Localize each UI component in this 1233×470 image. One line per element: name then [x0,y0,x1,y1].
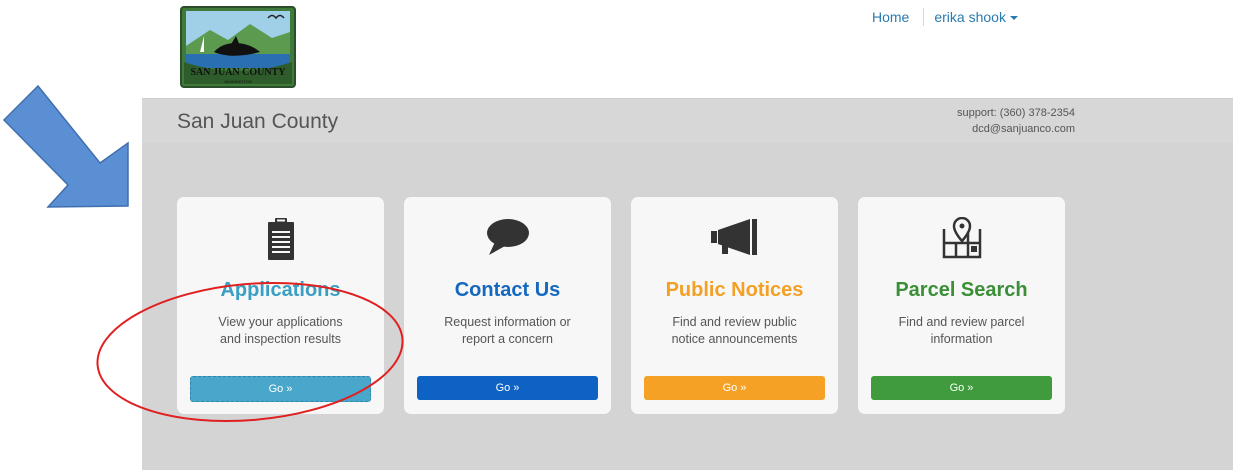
parcel-search-go-button[interactable]: Go » [871,376,1052,400]
home-link[interactable]: Home [872,9,909,25]
card-description: Request information or report a concern [414,314,601,348]
card-description-line: notice announcements [671,332,798,346]
card-description-line: Request information or [444,315,571,329]
card-title: Contact Us [454,279,561,301]
logo-text: SAN JUAN COUNTY [190,67,286,78]
annotation-arrow-icon [2,84,129,208]
caret-down-icon [1009,16,1018,21]
user-name: erika shook [934,9,1006,25]
support-phone: support: (360) 378-2354 [956,107,1075,119]
clipboard-icon [177,217,384,265]
speech-bubble-icon [404,217,611,265]
card-title: Public Notices [665,279,804,301]
card-applications: Applications View your applications and … [177,197,384,414]
support-info: support: (360) 378-2354 dcd@sanjuanco.co… [957,105,1075,137]
megaphone-icon [631,217,838,265]
nav-separator [923,8,925,26]
page-title: San Juan County [177,110,339,133]
card-description-line: Find and review parcel [898,315,1025,329]
user-menu[interactable]: erika shook [934,9,1018,25]
card-description-line: report a concern [461,332,554,346]
card-public-notices: Public Notices Find and review public no… [631,197,838,414]
top-navigation: Home erika shook [872,8,1018,26]
card-description: Find and review parcel information [868,314,1055,348]
public-notices-go-button[interactable]: Go » [644,376,825,400]
applications-go-button[interactable]: Go » [190,376,371,402]
card-description: View your applications and inspection re… [187,314,374,348]
logo-subtext: WASHINGTON [224,79,251,84]
card-description-line: Find and review public [672,315,797,329]
map-pin-icon [858,217,1065,265]
card-contact-us: Contact Us Request information or report… [404,197,611,414]
card-description: Find and review public notice announceme… [641,314,828,348]
support-email: dcd@sanjuanco.com [972,123,1075,135]
card-parcel-search: Parcel Search Find and review parcel inf… [858,197,1065,414]
san-juan-county-logo[interactable]: SAN JUAN COUNTY WASHINGTON [180,6,296,88]
card-title: Applications [220,279,341,301]
card-description-line: information [930,332,993,346]
header-bar: San Juan County support: (360) 378-2354 … [142,98,1233,144]
card-description-line: and inspection results [220,332,341,346]
card-description-line: View your applications [218,315,343,329]
contact-us-go-button[interactable]: Go » [417,376,598,400]
card-title: Parcel Search [895,279,1028,301]
